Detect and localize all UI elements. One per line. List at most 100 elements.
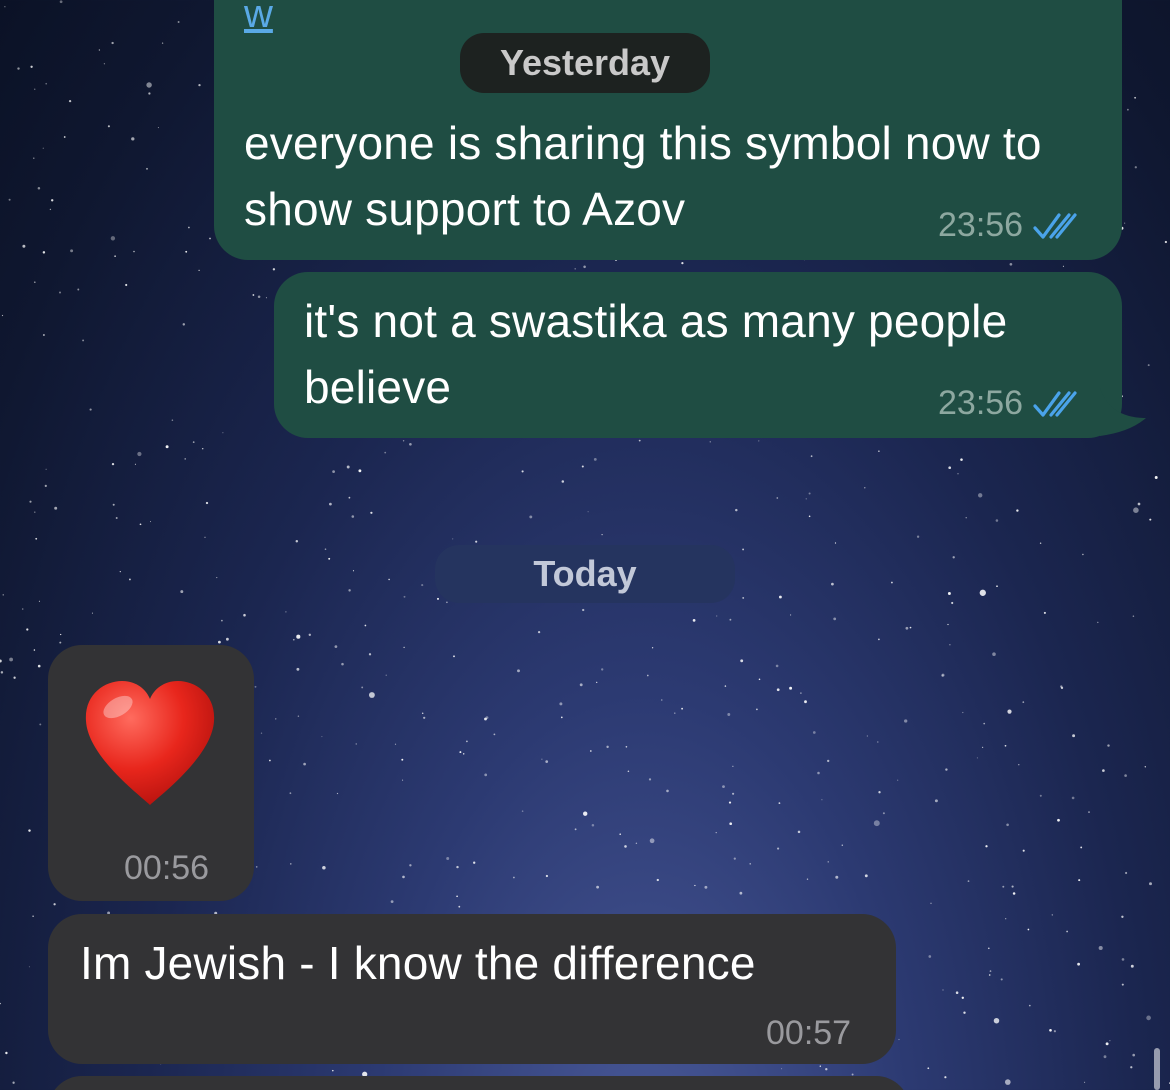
star xyxy=(473,861,476,864)
star xyxy=(1007,709,1012,714)
star xyxy=(1124,774,1127,777)
star xyxy=(1124,222,1126,224)
star xyxy=(1039,542,1042,545)
star xyxy=(775,664,779,668)
star xyxy=(947,623,949,626)
star xyxy=(348,589,351,592)
heart-label: ❤️ xyxy=(48,645,49,646)
star xyxy=(988,974,991,976)
star xyxy=(1109,1040,1111,1042)
star xyxy=(37,187,41,190)
star xyxy=(115,517,118,519)
star xyxy=(139,523,142,526)
star xyxy=(243,613,246,617)
star xyxy=(361,686,364,689)
incoming-message-bubble[interactable]: Im Jewish - I know the difference 00:57 xyxy=(48,914,896,1064)
star xyxy=(625,745,628,748)
incoming-message-bubble[interactable]: ❤️ 00:56 xyxy=(48,645,254,901)
star xyxy=(2,594,4,596)
star xyxy=(808,515,811,518)
link-fragment[interactable]: w xyxy=(244,0,273,37)
star xyxy=(965,517,967,519)
star xyxy=(177,21,180,23)
star xyxy=(776,688,780,692)
star xyxy=(728,801,732,804)
star xyxy=(996,585,998,588)
star xyxy=(51,199,54,202)
star xyxy=(45,468,47,470)
star xyxy=(1130,1066,1133,1069)
star xyxy=(8,198,11,201)
star xyxy=(606,745,609,749)
star xyxy=(13,676,16,679)
star xyxy=(198,269,200,272)
star xyxy=(1132,615,1135,617)
star xyxy=(458,905,461,908)
star xyxy=(493,733,496,736)
star xyxy=(1149,882,1152,886)
star xyxy=(321,736,323,738)
star xyxy=(423,716,426,719)
star xyxy=(789,686,793,690)
star xyxy=(1051,914,1053,916)
star xyxy=(421,712,424,715)
star xyxy=(521,810,524,812)
star xyxy=(758,440,760,442)
star xyxy=(89,408,92,411)
star xyxy=(437,597,439,600)
star xyxy=(364,624,367,627)
star xyxy=(727,713,731,716)
star xyxy=(513,876,515,879)
star xyxy=(42,251,46,254)
star xyxy=(945,768,948,771)
star xyxy=(651,647,654,649)
star xyxy=(1147,364,1150,367)
star xyxy=(1057,818,1060,822)
star xyxy=(778,595,782,599)
star xyxy=(77,288,80,291)
star xyxy=(742,548,745,551)
star xyxy=(1012,892,1016,895)
star xyxy=(358,469,362,473)
star xyxy=(806,878,809,880)
star xyxy=(812,731,816,734)
star xyxy=(841,844,844,846)
star xyxy=(218,640,221,644)
star xyxy=(390,900,394,903)
star xyxy=(351,515,355,518)
star xyxy=(1121,915,1124,918)
star xyxy=(962,711,964,714)
star xyxy=(960,458,963,461)
star xyxy=(916,535,920,538)
star xyxy=(1088,811,1090,813)
star xyxy=(98,49,101,51)
star xyxy=(989,970,992,972)
star xyxy=(649,838,655,844)
star xyxy=(394,743,397,745)
scrollbar[interactable] xyxy=(1154,1048,1160,1090)
star xyxy=(987,947,990,950)
star xyxy=(1080,846,1083,849)
star xyxy=(742,596,745,599)
star xyxy=(1,314,4,317)
star xyxy=(692,619,696,622)
star xyxy=(355,743,357,745)
date-separator-yesterday: Yesterday xyxy=(460,33,710,93)
star xyxy=(384,451,387,454)
star xyxy=(976,757,978,759)
star xyxy=(596,681,598,684)
star xyxy=(222,432,224,434)
star xyxy=(1022,701,1025,703)
star xyxy=(942,989,944,991)
star xyxy=(981,746,984,749)
date-separator-today: Today xyxy=(435,545,735,603)
star xyxy=(297,715,300,717)
star xyxy=(545,760,549,763)
star xyxy=(131,137,135,141)
star xyxy=(68,99,72,103)
star xyxy=(456,895,458,898)
incoming-message-bubble[interactable] xyxy=(48,1076,910,1090)
star xyxy=(979,589,986,596)
star xyxy=(978,493,983,498)
star xyxy=(148,92,151,95)
